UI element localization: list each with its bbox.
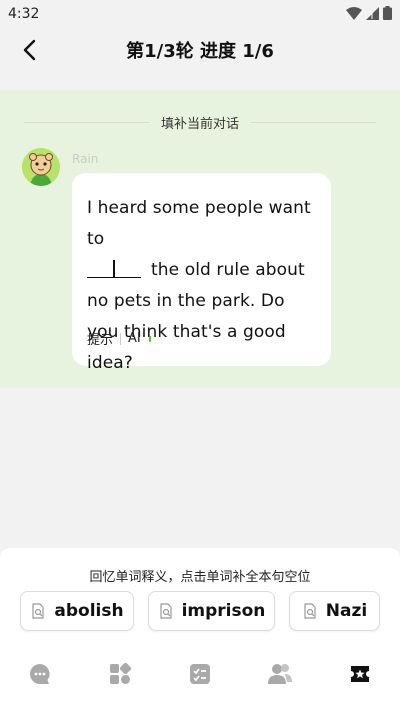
divider-line-right bbox=[251, 121, 377, 123]
action-separator bbox=[120, 332, 122, 345]
word-options: abolish imprison Nazi bbox=[20, 591, 380, 631]
page-title: 第1/3轮 进度 1/6 bbox=[126, 41, 274, 62]
message-text: I heard some people want to the old rule… bbox=[87, 193, 321, 379]
tab-tasks[interactable] bbox=[180, 652, 220, 696]
battery-icon bbox=[383, 5, 392, 24]
answer-sheet: 回忆单词释义，点击单词补全本句空位 abolish imprison Nazi bbox=[0, 548, 400, 710]
sender-name: Rain bbox=[72, 152, 99, 166]
word-option-abolish[interactable]: abolish bbox=[20, 591, 134, 631]
document-search-icon bbox=[304, 603, 316, 619]
word-option-label: Nazi bbox=[325, 601, 368, 621]
people-icon bbox=[268, 664, 292, 684]
wifi-icon bbox=[346, 5, 362, 24]
header: 第1/3轮 进度 1/6 bbox=[0, 28, 400, 72]
document-search-icon bbox=[32, 603, 44, 619]
tab-chat[interactable] bbox=[20, 652, 60, 696]
ai-button[interactable]: AI bbox=[128, 331, 141, 346]
status-icons bbox=[346, 5, 392, 24]
bubble-actions: 提示 AI bbox=[87, 329, 151, 348]
section-label: 填补当前对话 bbox=[161, 116, 240, 132]
text-cursor bbox=[113, 260, 115, 278]
section-divider: 填补当前对话 bbox=[24, 112, 377, 132]
status-time: 4:32 bbox=[8, 6, 40, 22]
chat-panel: 填补当前对话 Rain I heard some people want to … bbox=[0, 90, 400, 388]
tab-friends[interactable] bbox=[260, 652, 300, 696]
chat-bubble-icon bbox=[30, 664, 50, 684]
grid-icon bbox=[110, 662, 132, 684]
avatar-character-icon bbox=[22, 148, 60, 186]
tab-bar bbox=[0, 652, 400, 696]
message-bubble: I heard some people want to the old rule… bbox=[72, 173, 331, 373]
tab-apps[interactable] bbox=[100, 652, 140, 696]
word-option-imprison[interactable]: imprison bbox=[148, 591, 275, 631]
instruction-text: 回忆单词释义，点击单词补全本句空位 bbox=[89, 570, 311, 585]
answer-blank[interactable] bbox=[87, 260, 141, 278]
hint-button[interactable]: 提示 bbox=[87, 329, 113, 348]
chevron-left-icon bbox=[23, 39, 36, 61]
document-search-icon bbox=[159, 603, 172, 619]
ticket-star-icon bbox=[351, 666, 369, 682]
divider-line-left bbox=[24, 121, 149, 123]
ai-indicator bbox=[148, 335, 151, 342]
checklist-icon bbox=[190, 664, 210, 684]
back-button[interactable] bbox=[14, 34, 46, 66]
status-bar: 4:32 bbox=[0, 0, 400, 28]
word-option-label: imprison bbox=[181, 601, 266, 621]
tab-profile[interactable] bbox=[340, 652, 380, 696]
message-before-blank: I heard some people want to bbox=[87, 198, 311, 249]
avatar[interactable] bbox=[22, 148, 60, 186]
word-option-nazi[interactable]: Nazi bbox=[289, 591, 380, 631]
cell-signal-icon bbox=[366, 5, 379, 24]
word-option-label: abolish bbox=[54, 601, 124, 621]
